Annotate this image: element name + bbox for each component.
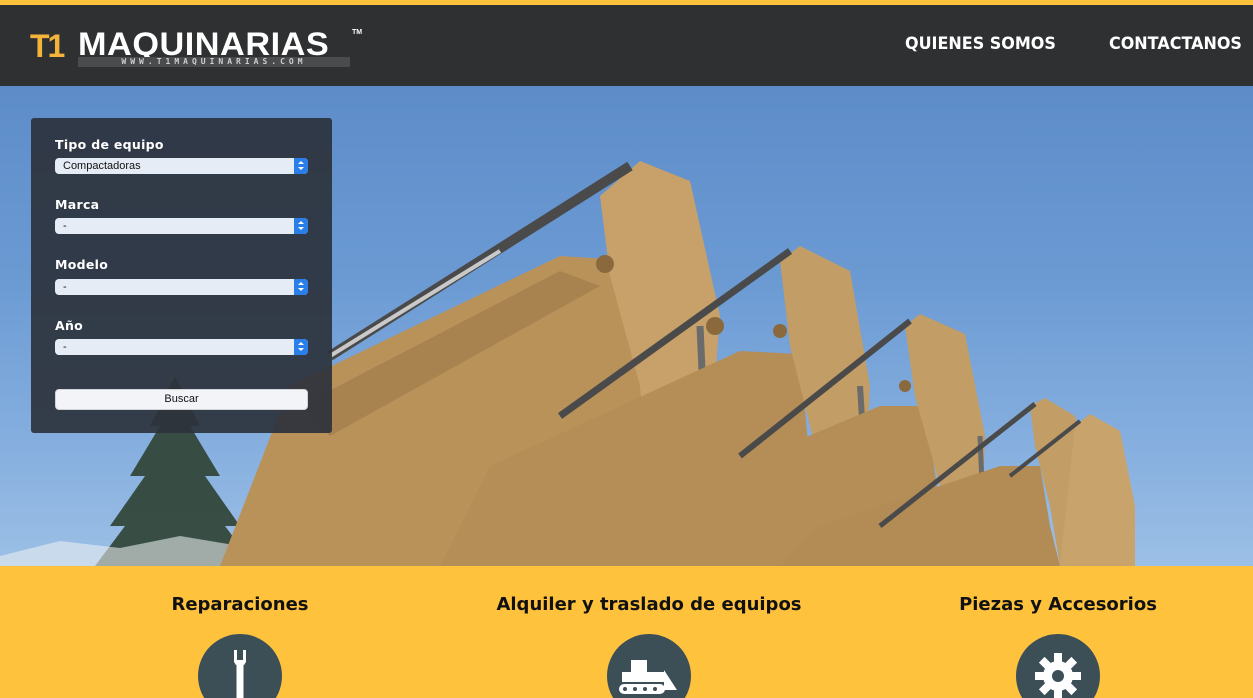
service-title: Reparaciones [171, 594, 309, 615]
select-arrows-icon [294, 158, 308, 174]
select-arrows-icon [294, 218, 308, 234]
service-title: Piezas y Accesorios [959, 594, 1157, 615]
gear-icon[interactable] [1016, 634, 1100, 698]
brand-logo[interactable]: T1 MAQUINARIAS TM WWW.T1MAQUINARIAS.COM [30, 27, 365, 69]
marca-select[interactable]: - [55, 218, 308, 234]
marca-label: Marca [55, 197, 100, 212]
logo-mark: T1 [30, 28, 65, 64]
nav-contactanos[interactable]: CONTACTANOS [1109, 34, 1242, 54]
logo-url: WWW.T1MAQUINARIAS.COM [78, 57, 350, 67]
select-arrows-icon [294, 339, 308, 355]
wrench-icon[interactable] [198, 634, 282, 698]
buscar-button[interactable]: Buscar [55, 389, 308, 410]
services-section: Reparaciones Alquiler y traslado de equi… [0, 566, 1253, 698]
select-arrows-icon [294, 279, 308, 295]
select-value: - [63, 220, 67, 232]
bulldozer-icon[interactable] [607, 634, 691, 698]
modelo-label: Modelo [55, 257, 109, 272]
modelo-select[interactable]: - [55, 279, 308, 295]
equipment-search-panel: Tipo de equipo Compactadoras Marca - Mod… [31, 118, 332, 433]
ano-select[interactable]: - [55, 339, 308, 355]
logo-wordmark: MAQUINARIAS [78, 26, 330, 62]
logo-trademark: TM [352, 29, 363, 36]
nav-quienes-somos[interactable]: QUIENES SOMOS [905, 34, 1056, 54]
ano-label: Año [55, 318, 84, 333]
service-title: Alquiler y traslado de equipos [496, 594, 802, 615]
select-value: - [63, 281, 67, 293]
site-header: T1 MAQUINARIAS TM WWW.T1MAQUINARIAS.COM … [0, 5, 1253, 86]
select-value: - [63, 341, 67, 353]
tipo-equipo-select[interactable]: Compactadoras [55, 158, 308, 174]
select-value: Compactadoras [63, 160, 141, 172]
tipo-equipo-label: Tipo de equipo [55, 137, 164, 152]
